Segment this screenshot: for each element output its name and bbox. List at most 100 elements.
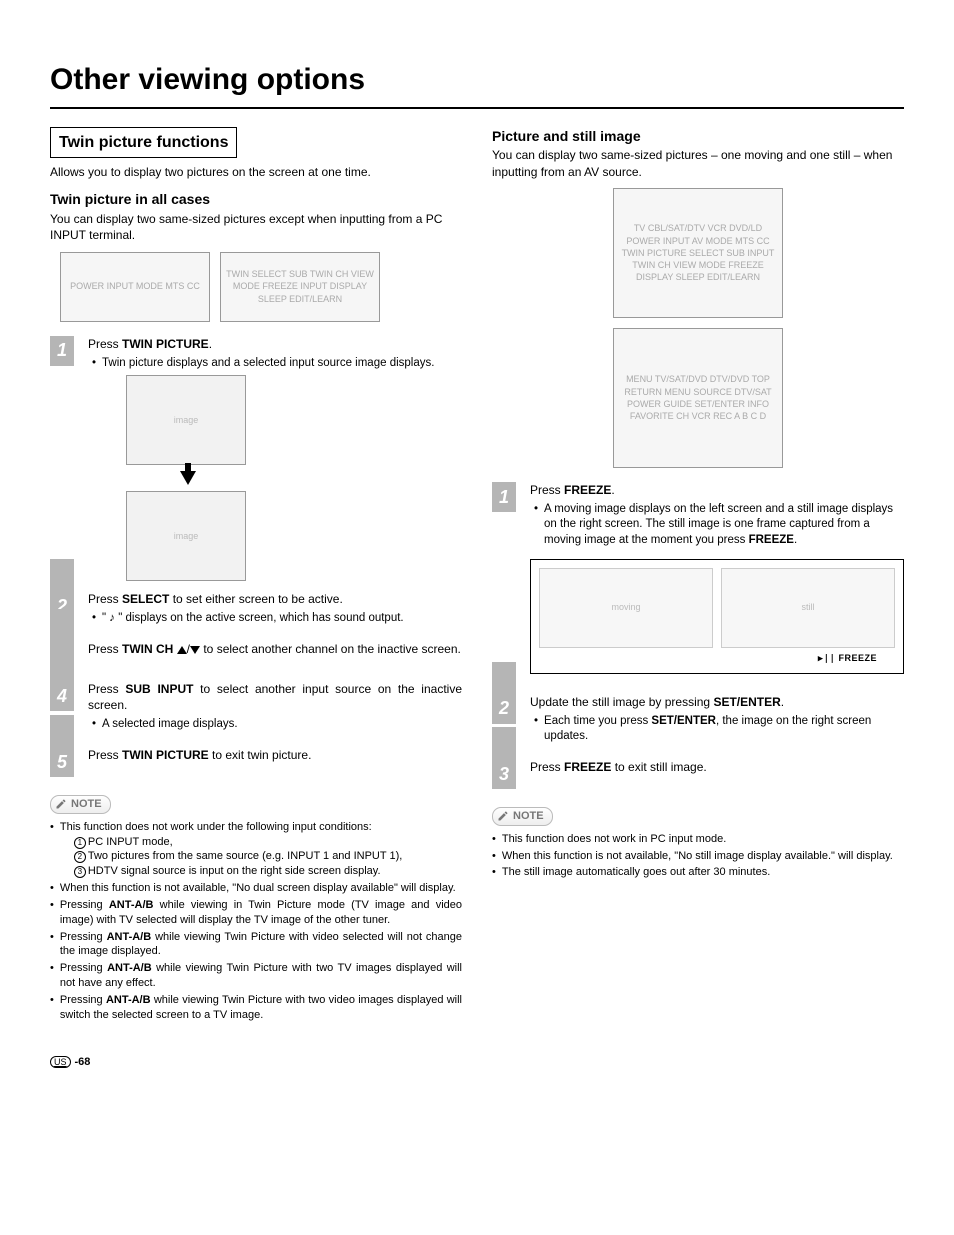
step-bold: TWIN PICTURE [122, 748, 209, 762]
left-step-5: 5 Press TWIN PICTURE to exit twin pictur… [50, 747, 462, 777]
remote-illustrations: POWER INPUT MODE MTS CC TWIN SELECT SUB … [60, 252, 462, 322]
remote-upper-left: POWER INPUT MODE MTS CC [60, 252, 210, 322]
desc-picture-still: You can display two same-sized pictures … [492, 147, 904, 179]
step-bold: TWIN PICTURE [122, 337, 209, 351]
step-pre: Press [88, 748, 122, 762]
step-post: to set either screen to be active. [169, 592, 342, 606]
left-step-4: 4 Press SUB INPUT to select another inpu… [50, 681, 462, 737]
region-badge: US [50, 1056, 71, 1069]
bullet-text: " ♪ " displays on the active screen, whi… [102, 611, 404, 627]
step-post: . [209, 337, 212, 351]
right-column: Picture and still image You can display … [492, 127, 904, 1025]
freeze-caption: ▶|| FREEZE [539, 652, 895, 665]
subhead-all-cases: Twin picture in all cases [50, 190, 462, 209]
circled-3-icon: 3 [74, 866, 86, 878]
step-post: to exit still image. [611, 760, 706, 774]
page-number: -68 [75, 1055, 91, 1070]
page-title: Other viewing options [50, 60, 904, 109]
car-image-left: moving [539, 568, 713, 648]
remote-top: TV CBL/SAT/DTV VCR DVD/LD POWER INPUT AV… [613, 188, 783, 318]
step-post: to select another channel on the inactiv… [200, 642, 461, 656]
step-post: . [611, 483, 614, 497]
subhead-picture-still: Picture and still image [492, 127, 904, 146]
note-badge: NOTE [50, 795, 111, 814]
step-number: 3 [492, 759, 516, 789]
right-step-1: 1 Press FREEZE. • A moving image display… [492, 482, 904, 684]
down-triangle-icon [190, 646, 200, 654]
step-post: to exit twin picture. [209, 748, 312, 762]
step-number: 1 [492, 482, 516, 512]
car-image-right: still [721, 568, 895, 648]
right-step-3: 3 Press FREEZE to exit still image. [492, 759, 904, 789]
left-step-2: 2 Press SELECT to set either screen to b… [50, 591, 462, 631]
step-pre: Press [88, 642, 122, 656]
step-bold: TWIN CH [122, 642, 177, 656]
step-pre: Press [530, 760, 564, 774]
step-bold: FREEZE [564, 483, 611, 497]
bullet-text: A moving image displays on the left scre… [544, 502, 904, 549]
lion-image-top: image [126, 375, 246, 465]
note-badge: NOTE [492, 807, 553, 826]
step-number: 1 [50, 336, 74, 366]
step-text: Press TWIN PICTURE to exit twin picture. [88, 747, 462, 763]
intro-text: Allows you to display two pictures on th… [50, 164, 462, 180]
section-title-twin: Twin picture functions [50, 127, 237, 159]
right-step-2: 2 Update the still image by pressing SET… [492, 694, 904, 749]
note-text: The still image automatically goes out a… [502, 865, 770, 880]
arrow-down-icon [180, 471, 196, 485]
step-bold: FREEZE [564, 760, 611, 774]
step-bold: SET/ENTER [713, 695, 780, 709]
desc-all-cases: You can display two same-sized pictures … [50, 211, 462, 243]
step-number: 2 [492, 694, 516, 724]
note-text: When this function is not available, "No… [60, 881, 456, 896]
note-text: Pressing ANT-A/B while viewing Twin Pict… [60, 993, 462, 1023]
step-text: Press SELECT to set either screen to be … [88, 591, 462, 607]
step-text: Press FREEZE. [530, 482, 904, 498]
note-list-right: •This function does not work in PC input… [492, 832, 904, 881]
step-bullet: • Each time you press SET/ENTER, the ima… [534, 714, 904, 745]
step-pre: Press [88, 337, 122, 351]
page-footer: US -68 [50, 1055, 904, 1070]
circled-1-icon: 1 [74, 837, 86, 849]
sub-text: PC INPUT mode, [88, 836, 173, 848]
step-bullet: • A moving image displays on the left sc… [534, 502, 904, 549]
step-text: Press FREEZE to exit still image. [530, 759, 904, 775]
note-text: This function does not work in PC input … [502, 832, 726, 847]
freeze-illustration: moving still ▶|| FREEZE [530, 559, 904, 674]
pencil-icon [55, 798, 67, 810]
step-text: Press TWIN PICTURE. [88, 336, 462, 352]
step-bullet: •A selected image displays. [92, 717, 462, 733]
step-bold: SELECT [122, 592, 169, 606]
step-pre: Update the still image by pressing [530, 695, 713, 709]
step-pre: Press [530, 483, 564, 497]
circled-2-icon: 2 [74, 851, 86, 863]
bullet-text: A selected image displays. [102, 717, 238, 733]
note-text: Pressing ANT-A/B while viewing in Twin P… [60, 898, 462, 928]
step-text: Press SUB INPUT to select another input … [88, 681, 462, 713]
note-label: NOTE [513, 809, 544, 824]
left-step-1: 1 Press TWIN PICTURE. •Twin picture disp… [50, 336, 462, 582]
remote-upper-right: TWIN SELECT SUB TWIN CH VIEW MODE FREEZE… [220, 252, 380, 322]
lion-image-bottom: image [126, 491, 246, 581]
note-text: Pressing ANT-A/B while viewing Twin Pict… [60, 930, 462, 960]
step-bold: SUB INPUT [125, 682, 193, 696]
up-triangle-icon [177, 646, 187, 654]
step-bullet: •Twin picture displays and a selected in… [92, 356, 462, 372]
step-number: 4 [50, 681, 74, 711]
bullet-text: Twin picture displays and a selected inp… [102, 356, 434, 372]
note-text: This function does not work under the fo… [60, 821, 372, 833]
step-number: 5 [50, 747, 74, 777]
note-text: When this function is not available, "No… [502, 849, 893, 864]
note-text: Pressing ANT-A/B while viewing Twin Pict… [60, 961, 462, 991]
pencil-icon [497, 810, 509, 822]
sub-text: HDTV signal source is input on the right… [88, 865, 381, 877]
left-step-3: 3 Press TWIN CH / to select another chan… [50, 641, 462, 671]
step-bullet: •" ♪ " displays on the active screen, wh… [92, 611, 462, 627]
note-label: NOTE [71, 797, 102, 812]
remote-illustrations-right: TV CBL/SAT/DTV VCR DVD/LD POWER INPUT AV… [492, 188, 904, 468]
left-column: Twin picture functions Allows you to dis… [50, 127, 462, 1025]
remote-navigation: MENU TV/SAT/DVD DTV/DVD TOP RETURN MENU … [613, 328, 783, 468]
step-text: Update the still image by pressing SET/E… [530, 694, 904, 710]
step-pre: Press [88, 682, 125, 696]
step-post: . [781, 695, 784, 709]
